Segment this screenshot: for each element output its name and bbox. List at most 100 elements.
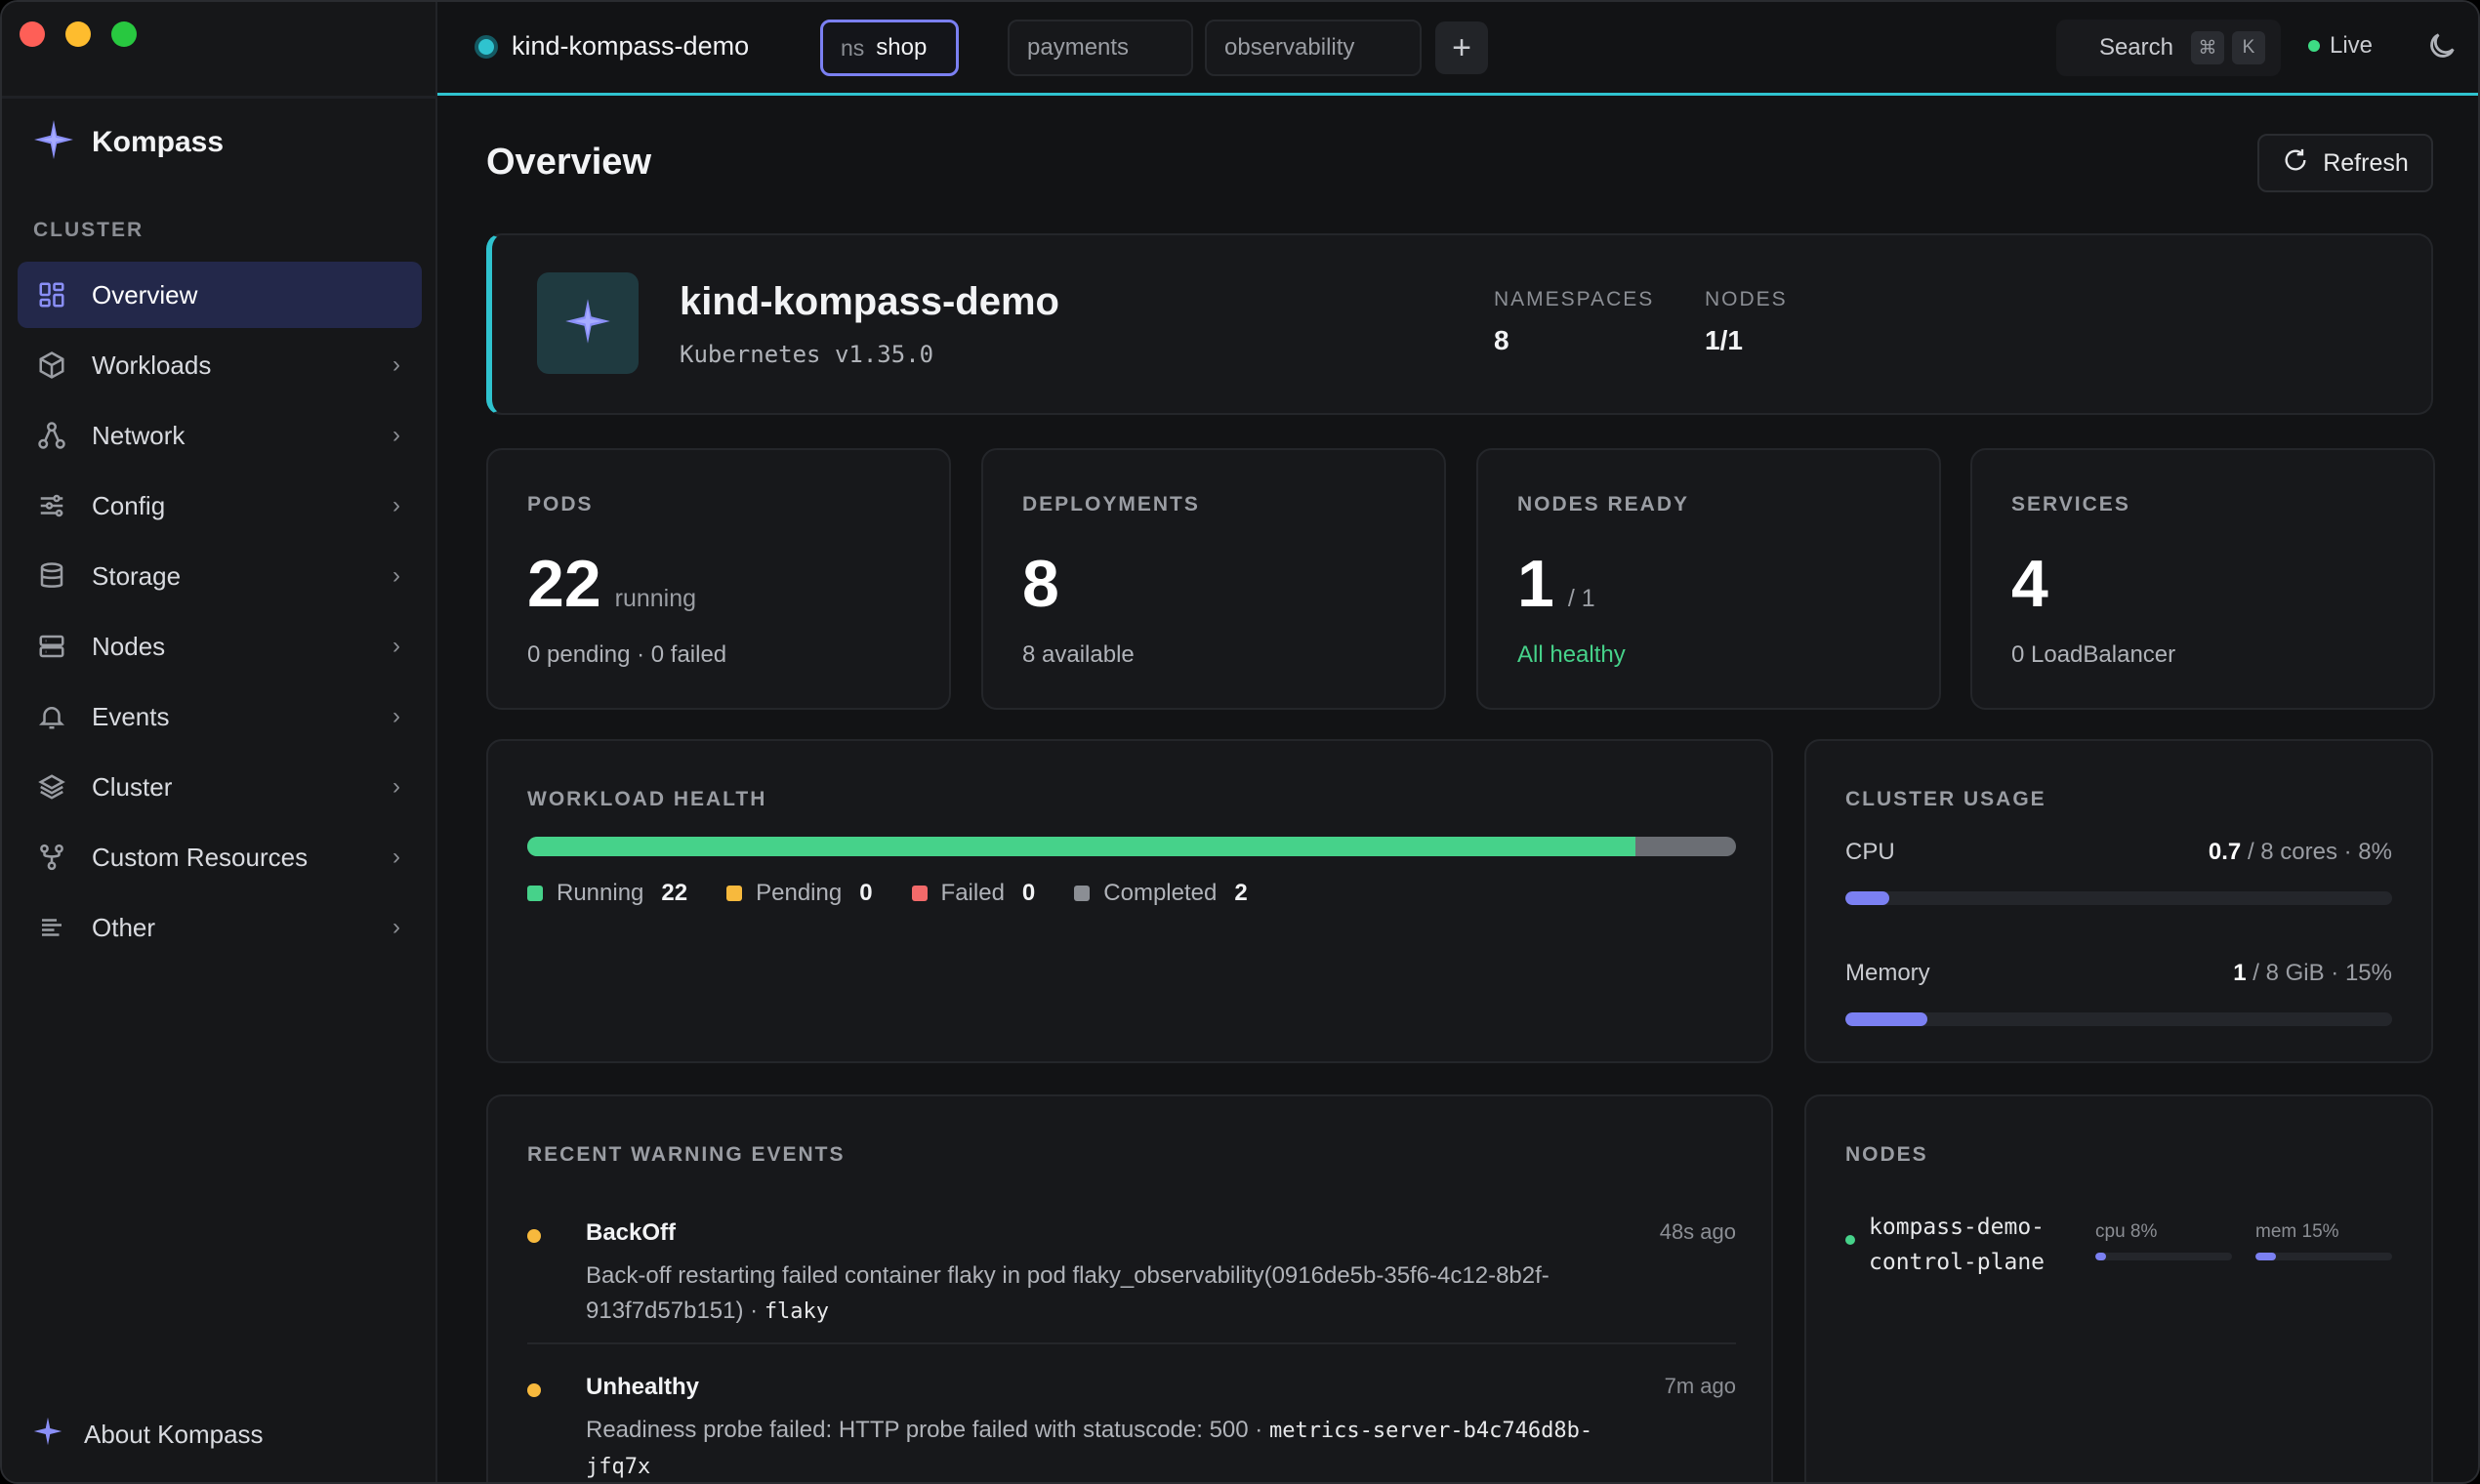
node-mem-label: mem 15%: [2255, 1221, 2339, 1242]
sidebar-item-events[interactable]: Events ›: [18, 683, 422, 750]
bell-icon: [35, 700, 68, 733]
chevron-right-icon: ›: [393, 422, 400, 448]
sidebar-item-label: Events: [92, 701, 170, 731]
list-icon: [35, 911, 68, 944]
node-name: kompass-demo-control-plane: [1869, 1215, 2046, 1275]
search-label: Search: [2098, 34, 2173, 61]
maximize-window-button[interactable]: [111, 21, 137, 47]
chevron-right-icon: ›: [393, 351, 400, 378]
nodes-ready-stat-card[interactable]: NODES READY 1 / 1 All healthy: [1476, 448, 1941, 710]
event-object[interactable]: flaky: [765, 1299, 829, 1324]
about-kompass-link[interactable]: About Kompass: [33, 1417, 264, 1453]
cluster-selector[interactable]: kind-kompass-demo: [475, 31, 749, 62]
sidebar-item-overview[interactable]: Overview: [18, 262, 422, 328]
event-item[interactable]: BackOff 48s ago Back-off restarting fail…: [527, 1219, 1736, 1330]
stat-value-group: 22 running: [527, 546, 696, 622]
services-stat-card[interactable]: SERVICES 4 0 LoadBalancer: [1970, 448, 2435, 710]
brand[interactable]: Kompass: [33, 119, 224, 165]
cpu-usage-bar: [1845, 891, 2392, 905]
layers-icon: [35, 770, 68, 804]
stat-value-group: 1 / 1: [1517, 546, 1595, 622]
theme-toggle-button[interactable]: [2425, 29, 2459, 67]
sidebar-item-other[interactable]: Other ›: [18, 894, 422, 961]
workload-health-bar: [527, 837, 1736, 856]
sidebar-item-label: Other: [92, 912, 156, 942]
chevron-right-icon: ›: [393, 492, 400, 518]
cluster-status-dot: [475, 34, 498, 59]
legend-label: Failed: [940, 880, 1005, 906]
stat-value-group: 4: [2011, 546, 2048, 622]
chevron-right-icon: ›: [393, 844, 400, 870]
window-controls: [20, 21, 137, 47]
nodes-stat: NODES 1/1: [1705, 288, 1788, 356]
main-content: Overview Refresh kind-kompass-demo Kuber…: [437, 99, 2478, 1482]
memory-usage-row: Memory 1 / 8 GiB · 15%: [1845, 960, 2392, 1026]
cluster-summary-card: kind-kompass-demo Kubernetes v1.35.0 NAM…: [486, 233, 2433, 415]
moon-icon: [2425, 33, 2459, 66]
health-bar-running-fill: [527, 837, 1636, 856]
node-mem-bar: [2255, 1253, 2392, 1260]
network-icon: [35, 419, 68, 452]
sidebar-nav: Overview Workloads › Network › Config › …: [18, 262, 422, 965]
kubernetes-version: Kubernetes v1.35.0: [680, 341, 934, 368]
refresh-icon: [2282, 146, 2309, 181]
kompass-logo-icon: [564, 298, 611, 350]
sidebar-item-label: Custom Resources: [92, 842, 309, 872]
close-window-button[interactable]: [20, 21, 45, 47]
sidebar-item-label: Workloads: [92, 350, 212, 380]
stat-label: NODES READY: [1517, 493, 1690, 515]
pods-stat-card[interactable]: PODS 22 running 0 pending · 0 failed: [486, 448, 951, 710]
stat-subtext: All healthy: [1517, 641, 1626, 668]
kompass-logo-icon: [33, 119, 74, 165]
chevron-right-icon: ›: [393, 562, 400, 589]
stat-subtext: 0 LoadBalancer: [2011, 641, 2176, 668]
stat-value: 1: [1517, 547, 1554, 621]
chevron-right-icon: ›: [393, 914, 400, 940]
top-bar: kind-kompass-demo ns shop payments obser…: [437, 2, 2478, 96]
tab-namespace-payments[interactable]: payments: [1008, 20, 1193, 76]
tab-namespace-observability[interactable]: observability: [1205, 20, 1422, 76]
usage-label: CPU: [1845, 839, 1895, 865]
sidebar-item-storage[interactable]: Storage ›: [18, 543, 422, 609]
brand-name: Kompass: [92, 125, 225, 158]
grid-icon: [35, 278, 68, 311]
sidebar-item-label: Nodes: [92, 631, 166, 661]
card-title: NODES: [1845, 1143, 1928, 1166]
stat-value: 8: [1022, 547, 1059, 621]
sidebar-item-label: Config: [92, 490, 166, 520]
stat-unit: / 1: [1567, 585, 1595, 612]
add-namespace-tab-button[interactable]: +: [1435, 21, 1488, 74]
tab-namespace-shop[interactable]: ns shop: [820, 20, 959, 76]
tab-label: observability: [1224, 34, 1355, 61]
event-time: 7m ago: [1664, 1374, 1736, 1398]
live-label: Live: [2330, 32, 2374, 59]
sidebar-item-config[interactable]: Config ›: [18, 473, 422, 539]
server-icon: [35, 630, 68, 663]
sidebar-item-workloads[interactable]: Workloads ›: [18, 332, 422, 398]
node-mem-fill: [2255, 1253, 2276, 1260]
legend-count: 0: [859, 880, 873, 906]
database-icon: [35, 559, 68, 593]
ns-prefix: ns: [841, 34, 865, 61]
event-message: Back-off restarting failed container fla…: [586, 1262, 1550, 1324]
refresh-button[interactable]: Refresh: [2257, 134, 2433, 192]
legend-count: 0: [1021, 880, 1036, 906]
sidebar-item-nodes[interactable]: Nodes ›: [18, 613, 422, 680]
warning-dot: [527, 1229, 541, 1243]
sidebar-item-network[interactable]: Network ›: [18, 402, 422, 469]
live-indicator[interactable]: Live: [2308, 32, 2373, 60]
event-reason: BackOff: [586, 1219, 677, 1246]
cpu-usage-row: CPU 0.7 / 8 cores · 8%: [1845, 839, 2392, 905]
deployments-stat-card[interactable]: DEPLOYMENTS 8 8 available: [981, 448, 1446, 710]
cluster-name: kind-kompass-demo: [512, 31, 750, 61]
card-title: RECENT WARNING EVENTS: [527, 1143, 846, 1166]
sidebar-item-label: Network: [92, 420, 186, 450]
search-button[interactable]: Search ⌘ K: [2056, 20, 2281, 76]
minimize-window-button[interactable]: [65, 21, 91, 47]
sidebar-item-cluster[interactable]: Cluster ›: [18, 754, 422, 820]
sidebar-divider: [2, 96, 437, 99]
event-item[interactable]: Unhealthy 7m ago Readiness probe failed:…: [527, 1374, 1736, 1482]
sidebar-item-custom-resources[interactable]: Custom Resources ›: [18, 824, 422, 890]
node-cpu-fill: [2095, 1253, 2107, 1260]
tab-label: shop: [876, 34, 928, 61]
